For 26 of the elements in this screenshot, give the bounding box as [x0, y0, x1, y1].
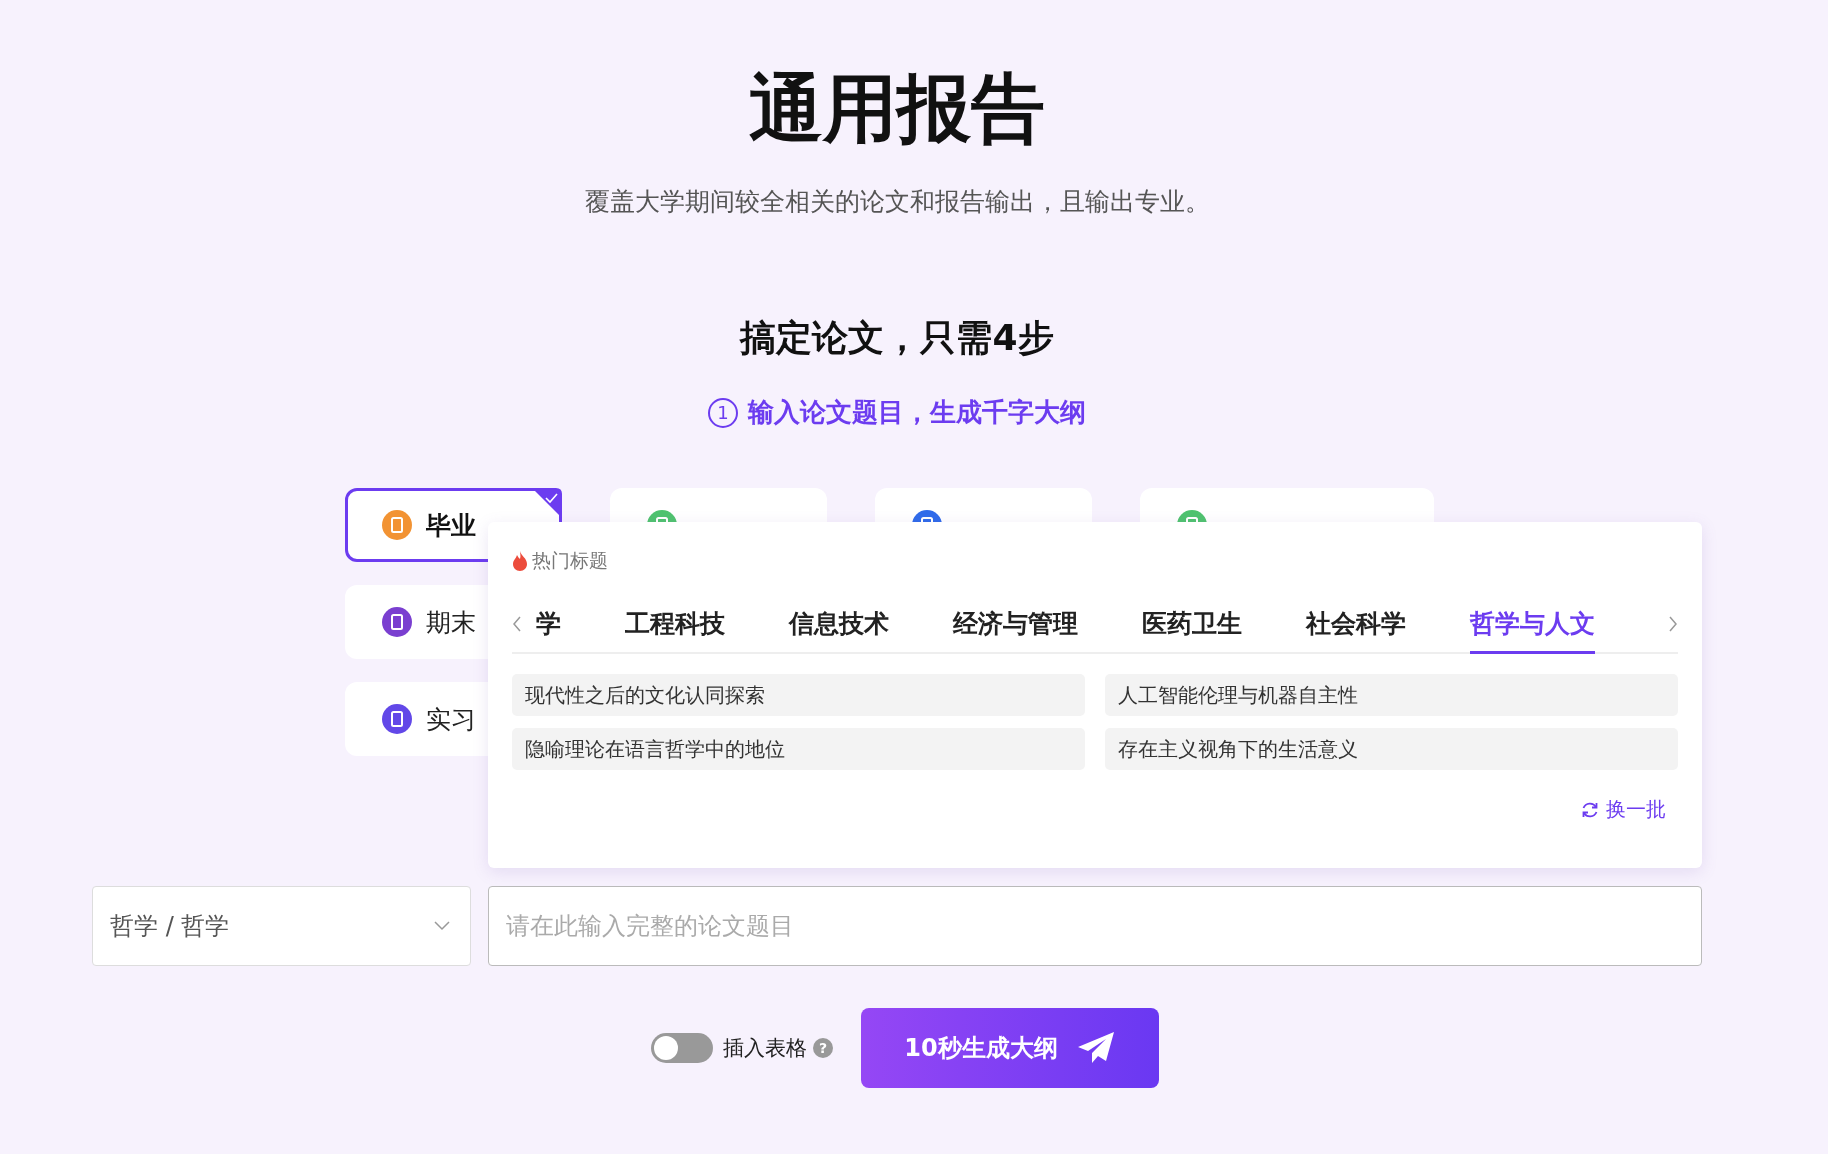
step-number: 1 — [708, 397, 738, 428]
title-input-field[interactable]: 请在此输入完整的论文题目 — [488, 886, 1702, 967]
refresh-button[interactable]: 换一批 — [1580, 796, 1666, 824]
category-tab[interactable]: 经济与管理 — [953, 596, 1078, 655]
flame-icon — [512, 551, 528, 572]
chevron-right-icon[interactable] — [1668, 616, 1678, 633]
category-tab[interactable]: 信息技术 — [789, 596, 889, 655]
suggested-title[interactable]: 现代性之后的文化认同探索 — [512, 674, 1085, 717]
category-tab[interactable]: 医药卫生 — [1142, 596, 1242, 655]
suggested-title[interactable]: 隐喻理论在语言哲学中的地位 — [512, 728, 1085, 771]
chevron-down-icon — [434, 921, 450, 932]
chevron-left-icon[interactable] — [512, 616, 522, 633]
subject-select[interactable]: 哲学 / 哲学 — [92, 886, 471, 967]
insert-table-label: 插入表格 — [723, 1035, 807, 1063]
suggested-title[interactable]: 存在主义视角下的生活意义 — [1105, 728, 1678, 771]
page-subtitle: 覆盖大学期间较全相关的论文和报告输出，且输出专业。 — [584, 186, 1210, 219]
page-title: 通用报告 — [749, 68, 1045, 150]
generate-outline-button[interactable]: 10秒生成大纲 — [861, 1008, 1159, 1089]
insert-table-toggle[interactable] — [651, 1033, 713, 1064]
category-tab[interactable]: 学 — [536, 596, 561, 655]
step-label: 输入论文题目，生成千字大纲 — [748, 396, 1086, 430]
category-tab[interactable]: 哲学与人文 — [1470, 596, 1595, 655]
steps-heading: 搞定论文，只需4步 — [740, 316, 1054, 361]
suggested-title[interactable]: 人工智能伦理与机器自主性 — [1105, 674, 1678, 717]
category-tab[interactable]: 工程科技 — [625, 596, 725, 655]
category-tab[interactable]: 社会科学 — [1306, 596, 1406, 655]
